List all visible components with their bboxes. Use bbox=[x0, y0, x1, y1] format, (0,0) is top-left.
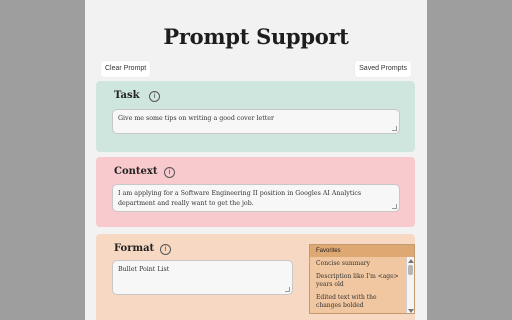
context-label: Context bbox=[114, 166, 158, 177]
task-input[interactable]: Give me some tips on writing a good cove… bbox=[112, 109, 400, 134]
favorite-item[interactable]: Concise summary bbox=[310, 257, 406, 270]
info-icon[interactable]: i bbox=[160, 244, 171, 255]
favorite-item[interactable]: Description like I'm <age> years old bbox=[310, 270, 406, 291]
context-input[interactable]: I am applying for a Software Engineering… bbox=[112, 184, 400, 212]
resize-handle[interactable] bbox=[285, 287, 290, 292]
resize-handle[interactable] bbox=[392, 126, 397, 131]
favorites-scrollbar[interactable] bbox=[406, 257, 414, 313]
task-card: Task i Give me some tips on writing a go… bbox=[96, 81, 415, 152]
scroll-thumb[interactable] bbox=[408, 265, 413, 275]
task-label: Task bbox=[114, 90, 140, 101]
context-card: Context i I am applying for a Software E… bbox=[96, 157, 415, 227]
favorites-list: Favorites Concise summary Description li… bbox=[309, 244, 415, 314]
info-icon[interactable]: i bbox=[149, 91, 160, 102]
saved-prompts-button[interactable]: Saved Prompts bbox=[355, 61, 411, 77]
format-card: Format i Bullet Point List Favorites Con… bbox=[96, 234, 415, 320]
format-input[interactable]: Bullet Point List bbox=[112, 260, 293, 295]
info-icon[interactable]: i bbox=[164, 167, 175, 178]
favorite-item[interactable]: Edited text with the changes bolded bbox=[310, 291, 406, 312]
prompt-panel: Prompt Support Clear Prompt Saved Prompt… bbox=[85, 0, 427, 320]
favorites-header: Favorites bbox=[310, 245, 414, 257]
format-input-text: Bullet Point List bbox=[118, 266, 170, 273]
format-label: Format bbox=[114, 243, 155, 254]
scroll-up-icon[interactable] bbox=[408, 259, 414, 263]
page-title: Prompt Support bbox=[163, 24, 349, 49]
scroll-down-icon[interactable] bbox=[408, 309, 414, 313]
context-input-text: I am applying for a Software Engineering… bbox=[118, 190, 362, 207]
clear-prompt-button[interactable]: Clear Prompt bbox=[101, 61, 151, 77]
task-input-text: Give me some tips on writing a good cove… bbox=[118, 115, 275, 122]
resize-handle[interactable] bbox=[392, 204, 397, 209]
